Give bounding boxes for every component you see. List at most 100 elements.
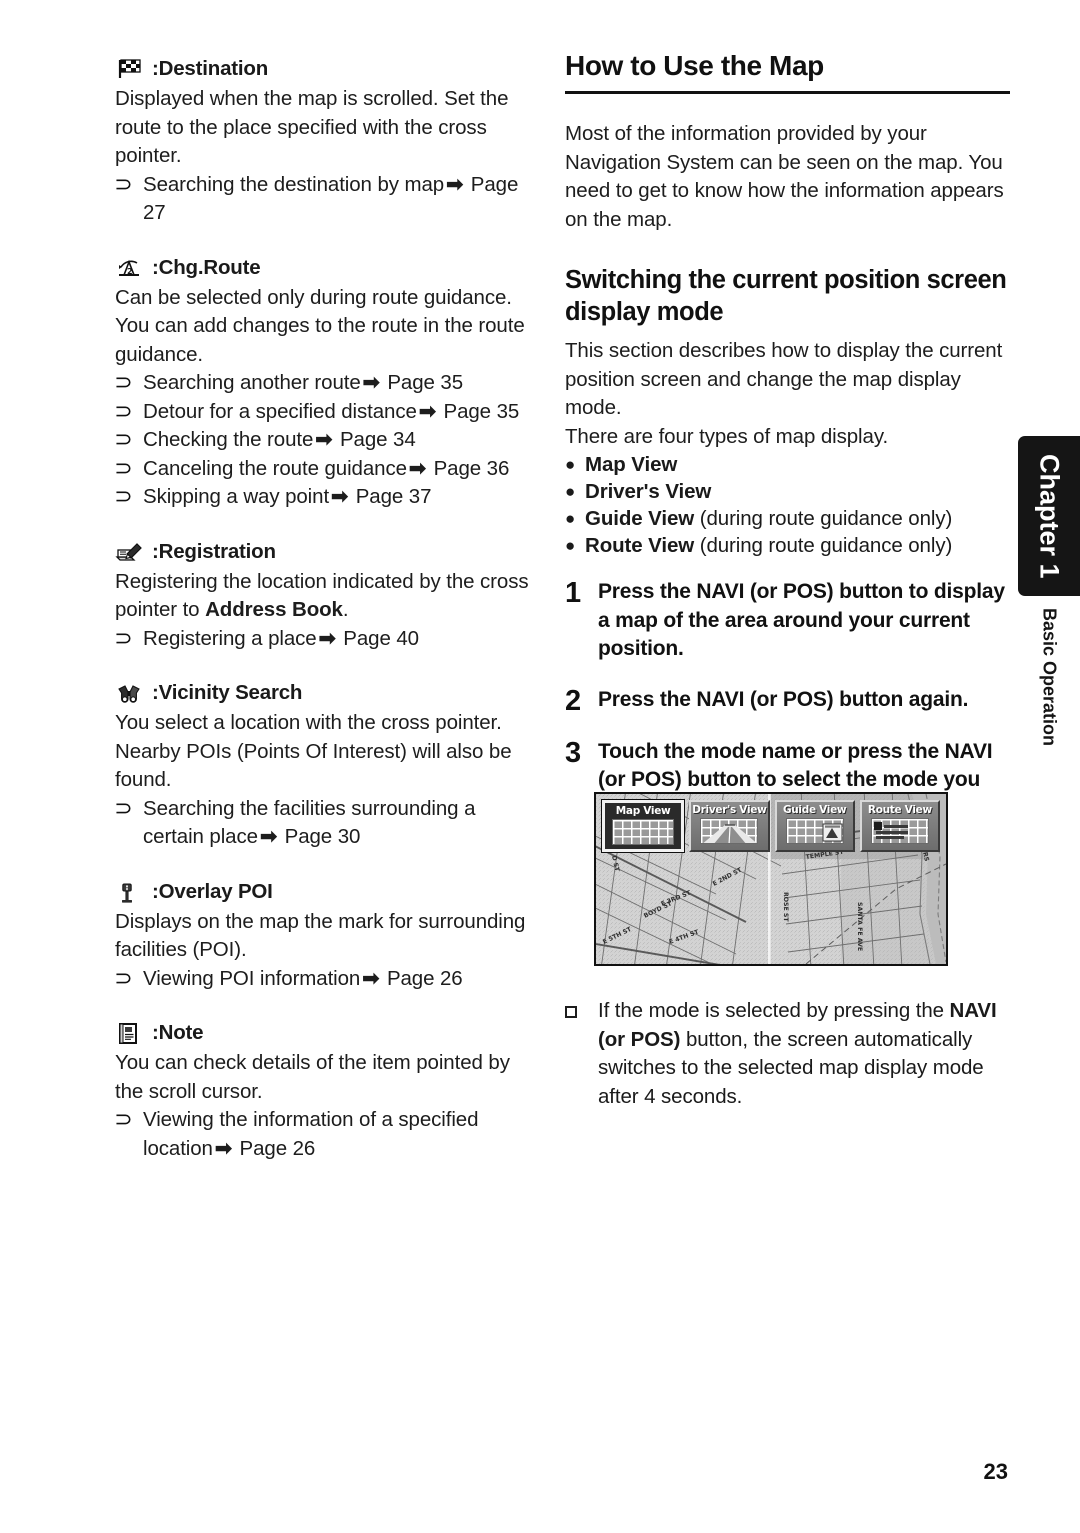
route-change-icon: 2 xyxy=(115,256,145,280)
binoculars-icon xyxy=(115,681,145,705)
svg-text:ROSE ST: ROSE ST xyxy=(782,892,789,922)
step-text-run: (or xyxy=(744,580,783,603)
chapter-tab: Chapter 1 xyxy=(1018,436,1080,596)
section-heading: 2 :Chg.Route xyxy=(115,254,535,280)
section-destination: :Destination Displayed when the map is s… xyxy=(114,55,535,228)
info-post-icon xyxy=(115,880,145,904)
title-rule xyxy=(565,91,1010,94)
arrow-icon: ➡ xyxy=(418,399,436,423)
hook-bullet-icon: ⊃ xyxy=(114,966,133,990)
checkered-flag-icon xyxy=(115,57,145,81)
section-title: :Chg.Route xyxy=(152,255,261,279)
section-note: :Note You can check details of the item … xyxy=(114,1019,535,1163)
section-heading: :Destination xyxy=(115,55,535,81)
view-name: Map View xyxy=(585,453,678,476)
emphasis-term: POS xyxy=(631,768,675,791)
drivers-view-mode-button[interactable]: Driver's View xyxy=(689,800,770,852)
cross-reference-text: Canceling the route guidance➡ Page 36 xyxy=(143,455,535,484)
emphasis-term: NAVI xyxy=(696,580,745,603)
cross-reference: ⊃ Searching another route➡ Page 35 xyxy=(114,369,535,398)
cross-reference-text: Searching another route➡ Page 35 xyxy=(143,369,535,398)
cross-reference-text: Detour for a specified distance➡ Page 35 xyxy=(143,398,535,427)
step-text-run: Touch the mode name or press the xyxy=(598,739,945,763)
cross-reference-text: Viewing POI information➡ Page 26 xyxy=(143,965,535,994)
hook-bullet-icon: ⊃ xyxy=(114,399,133,423)
step-number: 2 xyxy=(565,684,582,717)
guide-view-thumbnail xyxy=(785,818,844,844)
hook-bullet-icon: ⊃ xyxy=(114,1108,133,1131)
guide-view-mode-button[interactable]: Guide View xyxy=(774,800,855,852)
intro-paragraph: Most of the information provided by your… xyxy=(565,122,1004,231)
section-paragraph: You select a location with the cross poi… xyxy=(115,711,512,791)
right-column: How to Use the Map Most of the informati… xyxy=(565,50,1010,823)
cross-reference: ⊃ Viewing the information of a specified… xyxy=(114,1106,535,1163)
section-title: :Note xyxy=(152,1021,204,1044)
hook-bullet-icon: ⊃ xyxy=(114,428,133,451)
paragraph-post: . xyxy=(342,598,349,621)
map-view-mode-button[interactable]: Map View xyxy=(600,799,686,853)
cross-reference-text: Checking the route➡ Page 34 xyxy=(143,426,535,455)
hook-bullet-icon: ⊃ xyxy=(114,371,133,394)
drivers-view-label: Driver's View xyxy=(692,804,767,816)
bullet-icon: ● xyxy=(565,455,576,474)
step-text-run: Press the xyxy=(598,687,697,711)
svg-text:2: 2 xyxy=(127,267,132,276)
emphasis-term: NAVI xyxy=(696,687,745,711)
map-view-label: Map View xyxy=(615,805,671,817)
list-item: ● Guide View (during route guidance only… xyxy=(565,505,1010,532)
cross-reference: ⊃ Skipping a way point➡ Page 37 xyxy=(114,483,535,512)
pen-notepad-icon xyxy=(115,540,145,564)
bullet-icon: ● xyxy=(565,509,576,528)
section-heading: :Vicinity Search xyxy=(115,679,535,705)
section-paragraph: Displayed when the map is scrolled. Set … xyxy=(115,87,509,167)
route-view-thumbnail xyxy=(870,818,929,844)
emphasis-term: POS xyxy=(782,580,827,603)
view-qualifier: (during route guidance only) xyxy=(694,507,953,530)
cross-reference-text: Searching the facilities surrounding a c… xyxy=(143,795,535,852)
cross-reference: ⊃ Searching the destination by map➡ Page… xyxy=(114,171,535,228)
section-heading: :Overlay POI xyxy=(115,878,535,904)
page-title: How to Use the Map xyxy=(565,50,824,81)
manual-page: :Destination Displayed when the map is s… xyxy=(0,0,1080,1533)
cross-reference: ⊃ Viewing POI information➡ Page 26 xyxy=(114,965,535,994)
section-registration: :Registration Registering the location i… xyxy=(114,538,535,654)
list-item: ● Route View (during route guidance only… xyxy=(565,532,1010,559)
arrow-icon: ➡ xyxy=(446,172,464,196)
section-overlay-poi: :Overlay POI Displays on the map the mar… xyxy=(114,878,535,994)
arrow-icon: ➡ xyxy=(362,966,380,990)
hook-bullet-icon: ⊃ xyxy=(114,485,133,508)
section-chg-route: 2 :Chg.Route Can be selected only during… xyxy=(114,254,535,512)
description-paragraph: This section describes how to display th… xyxy=(565,339,1003,419)
cross-reference-text: Registering a place➡ Page 40 xyxy=(143,625,535,654)
list-item: ● Map View xyxy=(565,451,1010,478)
arrow-icon: ➡ xyxy=(362,371,380,394)
map-mode-button-bar[interactable]: Map View Driver's View Guide View Route … xyxy=(600,799,940,853)
section-paragraph: Can be selected only during route guidan… xyxy=(115,285,525,366)
view-type-list: ● Map View ● Driver's View ● Guide View … xyxy=(565,451,1010,559)
arrow-icon: ➡ xyxy=(214,1136,232,1160)
map-display-mode-selection-screenshot: 2N D ST E 2ND ST E 3RD ST BOYD ST E 4TH … xyxy=(594,792,948,966)
view-name: Route View xyxy=(585,534,695,557)
cross-reference: ⊃ Canceling the route guidance➡ Page 36 xyxy=(114,455,535,484)
note-text: If the mode is selected by pressing the … xyxy=(598,997,1010,1111)
emphasis-term: POS xyxy=(782,687,827,711)
arrow-icon: ➡ xyxy=(259,825,278,848)
hook-bullet-icon: ⊃ xyxy=(114,456,133,480)
hook-bullet-icon: ⊃ xyxy=(114,172,133,196)
arrow-icon: ➡ xyxy=(331,485,349,508)
map-view-thumbnail xyxy=(612,819,675,845)
chapter-tab-label: Chapter 1 xyxy=(1034,453,1065,579)
types-intro: There are four types of map display. xyxy=(565,424,889,448)
route-view-mode-button[interactable]: Route View xyxy=(859,800,940,852)
section-title: :Destination xyxy=(152,57,269,80)
cross-reference: ⊃ Searching the facilities surrounding a… xyxy=(114,795,535,852)
list-item: ● Driver's View xyxy=(565,478,1010,505)
step-text: Press the NAVI (or POS) button again. xyxy=(598,686,1010,716)
view-name: Guide View xyxy=(585,507,695,530)
arrow-icon: ➡ xyxy=(315,428,333,451)
bullet-icon: ● xyxy=(565,536,576,555)
arrow-icon: ➡ xyxy=(318,626,336,650)
view-qualifier: (during route guidance only) xyxy=(694,534,953,557)
section-paragraph: Registering the location indicated by th… xyxy=(115,568,535,625)
chapter-subtitle-wrapper: Basic Operation xyxy=(1018,600,1080,790)
